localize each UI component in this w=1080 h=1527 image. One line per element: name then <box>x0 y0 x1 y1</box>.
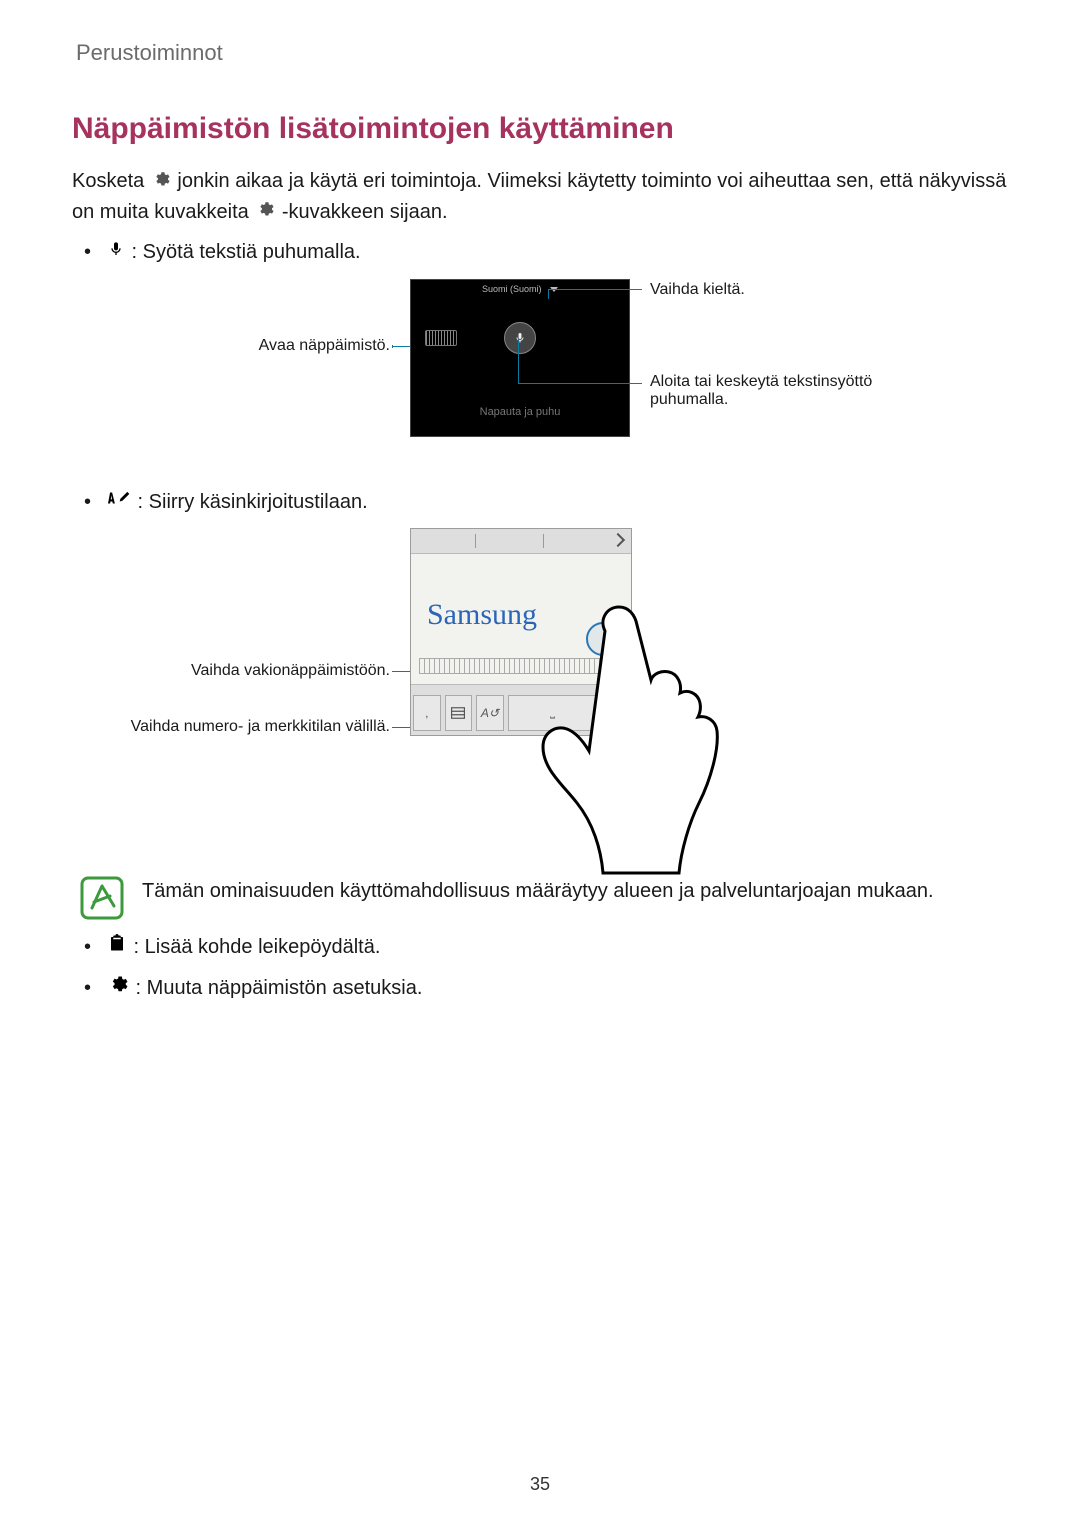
bullet-handwrite-text: : Siirry käsinkirjoitustilaan. <box>132 491 368 513</box>
intro-part3: -kuvakkeen sijaan. <box>282 201 448 223</box>
hw-key-abc: , <box>413 695 441 731</box>
bullet-handwrite: : Siirry käsinkirjoitustilaan. <box>72 487 1008 518</box>
hw-key-casecycle: A↺ <box>476 695 504 731</box>
callout-toggle-voice: Aloita tai keskeytä tekstinsyöttö puhuma… <box>650 373 950 409</box>
note-icon <box>80 876 124 920</box>
gear-icon <box>256 197 274 227</box>
voice-mic-button <box>504 322 536 354</box>
open-keyboard-key <box>425 330 457 346</box>
gear-icon <box>108 973 128 1004</box>
page-number: 35 <box>0 1474 1080 1495</box>
bullet-settings-text: : Muuta näppäimistön asetuksia. <box>130 977 422 999</box>
page-header: Perustoiminnot <box>76 40 1008 66</box>
clipboard-icon <box>108 932 126 963</box>
gear-icon <box>152 167 170 197</box>
callout-toggle-num-sym: Vaihda numero- ja merkkitilan välillä. <box>130 718 390 736</box>
intro-part2: jonkin aikaa ja käytä eri toimintoja. Vi… <box>72 170 1006 223</box>
figure-voice-panel: Avaa näppäimistö. Suomi (Suomi) Napauta … <box>130 279 950 469</box>
voice-language-label: Suomi (Suomi) <box>482 284 542 294</box>
hw-key-keyboard <box>445 695 473 731</box>
bullet-clipboard: : Lisää kohde leikepöydältä. <box>72 932 1008 963</box>
bullet-clipboard-text: : Lisää kohde leikepöydältä. <box>128 936 380 958</box>
figure-handwriting: Vaihda vakionäppäimistöön. Vaihda numero… <box>130 528 950 858</box>
note: Tämän ominaisuuden käyttömahdollisuus mä… <box>80 876 1008 920</box>
callout-switch-std-keyboard: Vaihda vakionäppäimistöön. <box>130 662 390 680</box>
chevron-right-icon <box>611 533 625 547</box>
bullet-voice-text: : Syötä tekstiä puhumalla. <box>126 241 361 263</box>
intro-part1: Kosketa <box>72 170 150 192</box>
handwrite-icon <box>108 487 130 518</box>
mic-icon <box>108 238 124 269</box>
bullet-settings: : Muuta näppäimistön asetuksia. <box>72 973 1008 1004</box>
callout-change-language: Vaihda kieltä. <box>650 281 950 299</box>
hand-illustration <box>510 576 760 876</box>
note-text: Tämän ominaisuuden käyttömahdollisuus mä… <box>142 876 934 920</box>
voice-hint: Napauta ja puhu <box>411 406 629 418</box>
intro-text: Kosketa jonkin aikaa ja käytä eri toimin… <box>72 166 1008 227</box>
section-title: Näppäimistön lisätoimintojen käyttäminen <box>72 112 1008 146</box>
bullet-voice: : Syötä tekstiä puhumalla. <box>72 237 1008 268</box>
callout-open-keyboard: Avaa näppäimistö. <box>130 337 390 355</box>
voice-panel: Suomi (Suomi) Napauta ja puhu <box>410 279 630 437</box>
